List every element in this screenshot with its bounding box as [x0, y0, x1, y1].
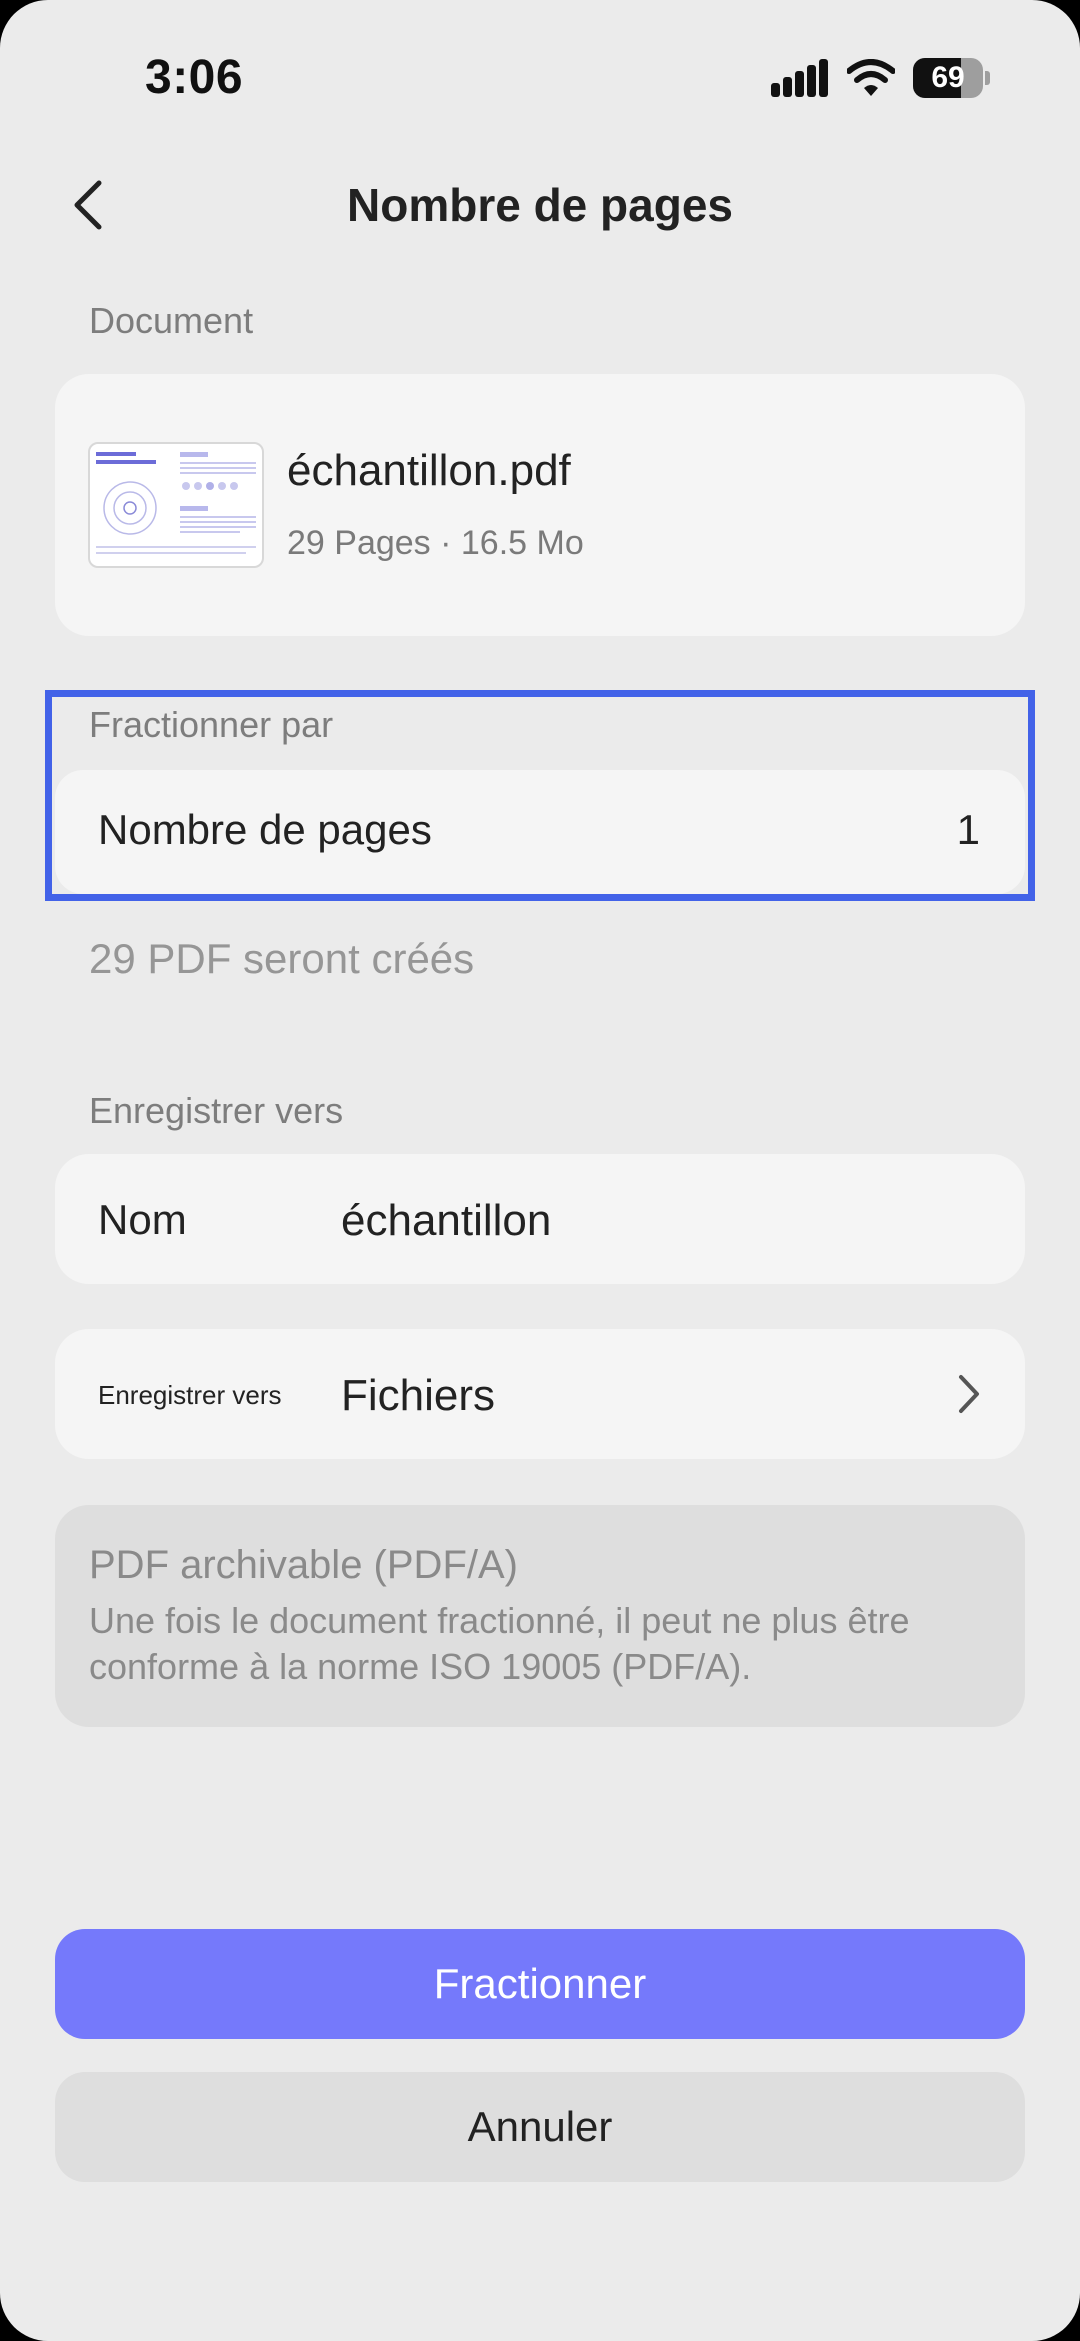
split-section-label: Fractionner par — [89, 704, 334, 745]
pdfa-description: Une fois le document fractionné, il peut… — [89, 1600, 910, 1687]
status-icons: 69 — [771, 58, 990, 98]
cancel-button[interactable]: Annuler — [55, 2072, 1025, 2182]
pdfa-option-card: PDF archivable (PDF/A) Une fois le docum… — [55, 1505, 1025, 1727]
split-button[interactable]: Fractionner — [55, 1929, 1025, 2039]
document-section-label: Document — [89, 300, 254, 341]
result-count-note: 29 PDF seront créés — [89, 935, 475, 982]
split-row-label: Nombre de pages — [98, 806, 432, 853]
battery-level: 69 — [931, 61, 965, 94]
pdfa-title: PDF archivable (PDF/A) — [89, 1543, 518, 1587]
file-name-key: Nom — [98, 1196, 187, 1243]
battery-icon: 69 — [913, 58, 983, 98]
file-name-row[interactable]: Nom échantillon — [55, 1154, 1025, 1284]
file-name-input[interactable]: échantillon — [341, 1196, 551, 1246]
save-location-row[interactable]: Enregistrer vers Fichiers — [55, 1329, 1025, 1459]
pages-per-file-value[interactable]: 1 — [957, 806, 980, 854]
save-location-key: Enregistrer vers — [98, 1380, 282, 1410]
document-file-name: échantillon.pdf — [287, 446, 571, 495]
save-section-label: Enregistrer vers — [89, 1090, 344, 1131]
cellular-signal-icon — [771, 59, 828, 97]
document-card[interactable]: échantillon.pdf 29 Pages · 16.5 Mo — [55, 374, 1025, 636]
save-location-value: Fichiers — [341, 1371, 496, 1420]
split-by-pages-row[interactable]: Nombre de pages 1 — [55, 770, 1025, 894]
split-by-pages-screen: 3:06 69 Nombre de pages Document échanti… — [0, 0, 1080, 2341]
wifi-icon — [847, 59, 895, 96]
document-thumbnail — [88, 442, 264, 568]
status-time: 3:06 — [145, 51, 244, 104]
battery-nub — [985, 71, 990, 85]
chevron-right-icon — [959, 1375, 979, 1413]
document-file-meta: 29 Pages · 16.5 Mo — [287, 524, 584, 562]
page-title: Nombre de pages — [347, 179, 733, 231]
